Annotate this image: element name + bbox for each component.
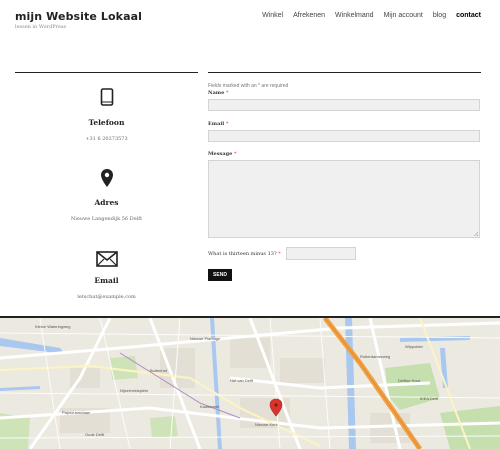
nav-item-winkel[interactable]: Winkel — [262, 12, 283, 19]
name-required-marker: * — [226, 90, 229, 96]
map-label: Buitenhof — [150, 368, 167, 373]
phone-title: Telefoon — [88, 118, 125, 127]
email-label-text: Email — [208, 121, 225, 127]
email-required-marker: * — [225, 121, 229, 127]
name-label: Name * — [208, 90, 229, 96]
address-value: Nieuwe Langendijk 56 Delft — [70, 216, 143, 222]
address-block: Adres Nieuwe Langendijk 56 Delft — [15, 168, 198, 222]
map-pin-icon — [100, 169, 113, 187]
nav-item-contact[interactable]: contact — [456, 12, 481, 19]
nav-item-blog[interactable]: blog — [433, 12, 446, 19]
site-title[interactable]: mijn Website Lokaal — [15, 10, 142, 23]
map-label: Delftse Hout — [398, 378, 421, 383]
phone-block: Telefoon +31 6 20273573 — [15, 88, 198, 142]
left-column-rule — [15, 72, 198, 73]
send-button[interactable]: SEND — [208, 269, 232, 281]
address-title: Adres — [94, 198, 119, 207]
map-label: Papsouwselaan — [62, 410, 91, 415]
right-column-rule — [208, 72, 481, 73]
map-label: IKEA Delft — [420, 396, 439, 401]
map-label: Rotterdamseweg — [360, 354, 391, 359]
message-required-marker: * — [234, 151, 237, 157]
map-label: Nieuwe Kerk — [255, 422, 278, 427]
main-navigation: Winkel Afrekenen Winkelmand Mijn account… — [262, 12, 481, 19]
captcha-question: What is thirteen minus 13? — [208, 251, 277, 257]
message-label-text: Message — [208, 151, 233, 157]
message-textarea[interactable] — [208, 160, 480, 238]
resize-grip-icon[interactable] — [473, 231, 478, 236]
site-tagline: lessen in WordPress — [15, 24, 67, 30]
email-label: Email * — [208, 121, 228, 127]
envelope-icon — [95, 251, 118, 267]
map-label: Nijverheidsplein — [120, 388, 149, 393]
captcha-required-marker: * — [278, 251, 281, 257]
map-label: Kaasmarkt — [200, 404, 220, 409]
message-label: Message * — [208, 151, 237, 157]
nav-item-afrekenen[interactable]: Afrekenen — [293, 12, 325, 19]
captcha-field[interactable] — [286, 247, 356, 260]
map-label: Hof van Delft — [230, 378, 254, 383]
email-field[interactable] — [208, 130, 480, 142]
email-value: letschat@example.com — [77, 294, 136, 300]
email-block: Email letschat@example.com — [15, 251, 198, 300]
nav-item-winkelmand[interactable]: Winkelmand — [335, 12, 374, 19]
phone-value: +31 6 20273573 — [85, 136, 128, 142]
map-label: Nieuwe Plantage — [190, 336, 221, 341]
email-title: Email — [94, 276, 119, 285]
captcha-label: What is thirteen minus 13? * — [208, 251, 281, 257]
name-label-text: Name — [208, 90, 225, 96]
map-canvas[interactable] — [0, 318, 500, 449]
nav-item-mijn-account[interactable]: Mijn account — [384, 12, 423, 19]
map-label: Wippolder — [405, 344, 424, 349]
map-label: Oude Delft — [85, 432, 105, 437]
embedded-map[interactable]: Kleine Wateringweg Nieuwe Plantage Rotte… — [0, 318, 500, 449]
required-fields-note: Fields marked with an * are required — [208, 83, 289, 89]
map-label: Kleine Wateringweg — [35, 324, 71, 329]
name-field[interactable] — [208, 99, 480, 111]
phone-icon — [100, 88, 113, 106]
